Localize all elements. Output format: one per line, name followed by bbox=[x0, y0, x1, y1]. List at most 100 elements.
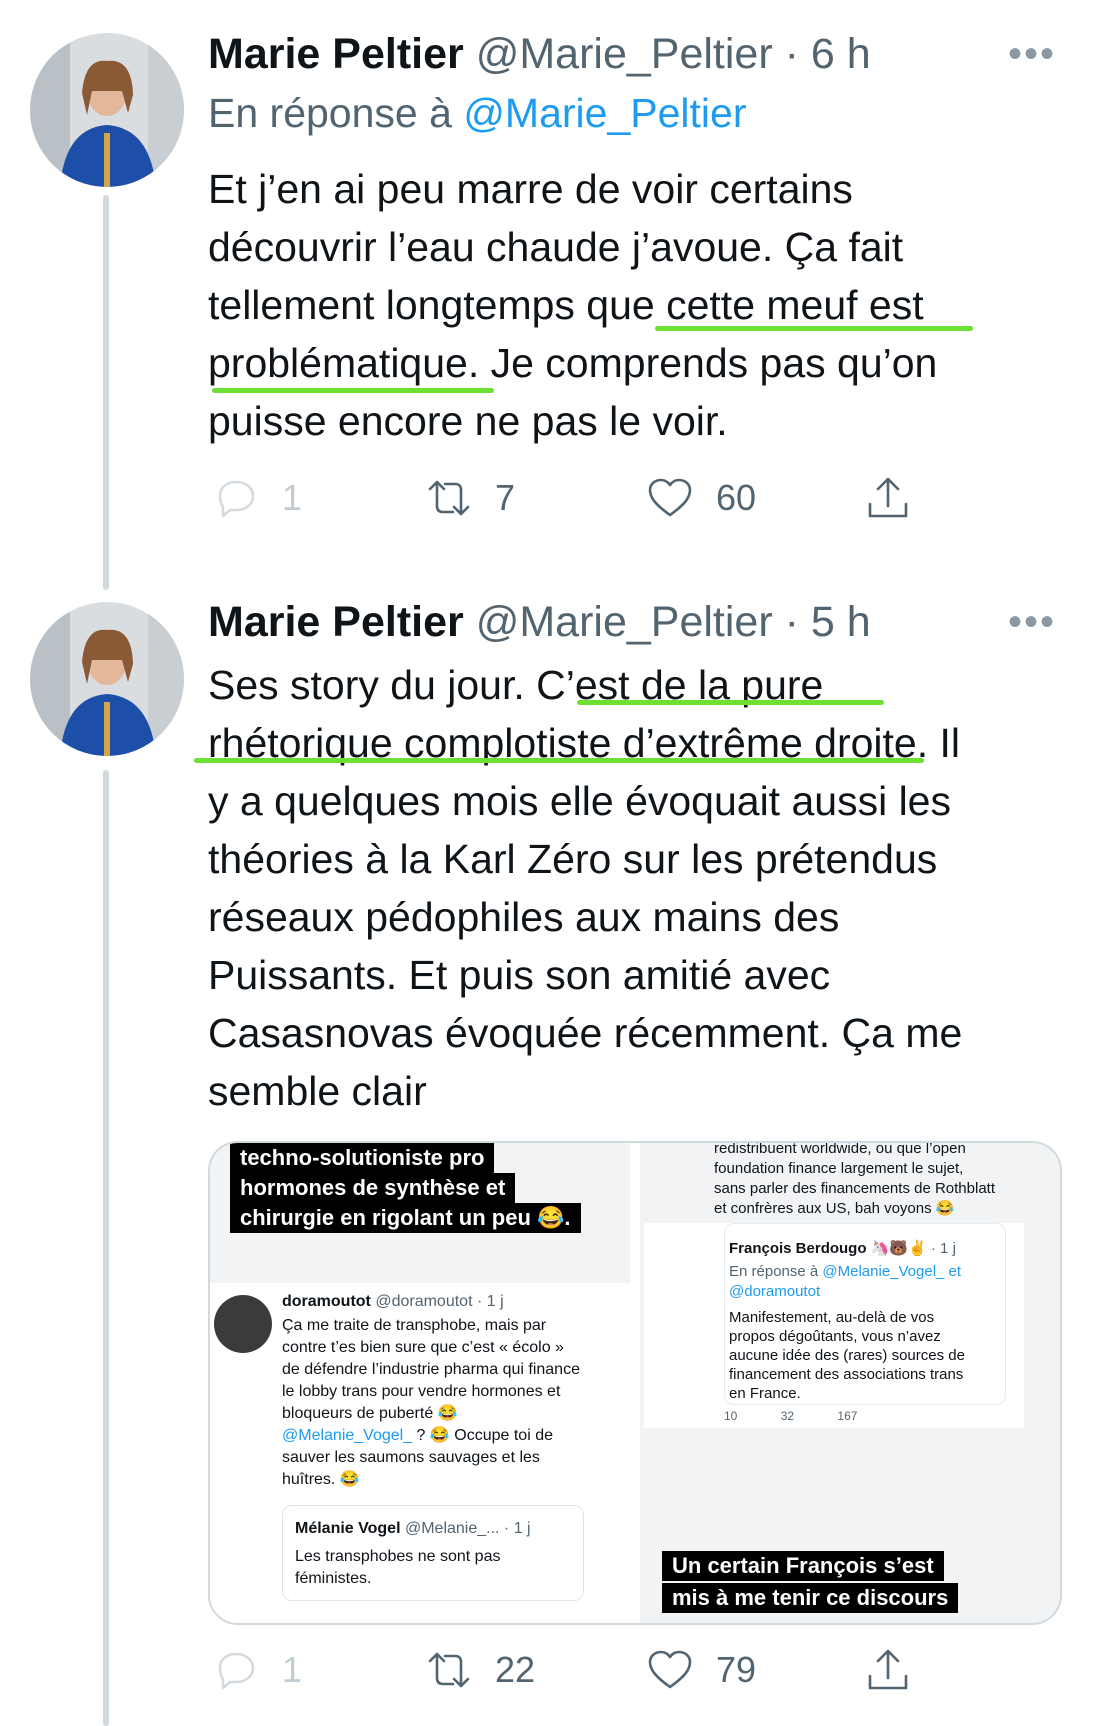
thread-line bbox=[103, 195, 109, 590]
reply-mention-link[interactable]: @Marie_Peltier bbox=[463, 90, 746, 136]
retweet-icon bbox=[428, 1652, 470, 1688]
text-line: sans parler des financements de Rothblat… bbox=[714, 1180, 995, 1197]
story-caption: techno-solutioniste pro bbox=[230, 1143, 495, 1173]
text-line: Ça me traite de transphobe, mais par bbox=[282, 1317, 547, 1334]
text-line: bloqueurs de puberté 😂 bbox=[282, 1405, 458, 1422]
reply-prefix: En réponse à bbox=[729, 1263, 819, 1280]
reply-mentions: @doramoutot bbox=[729, 1283, 821, 1300]
embedded-name: doramoutot bbox=[282, 1293, 371, 1310]
embedded-reply-context: En réponse à @Melanie_Vogel_ et @doramou… bbox=[729, 1262, 961, 1302]
highlight-underline bbox=[577, 700, 884, 705]
timestamp[interactable]: · 6 h bbox=[785, 30, 871, 78]
text-line: redistribuent worldwide, ou que l’open bbox=[714, 1141, 966, 1157]
share-button[interactable] bbox=[864, 1646, 912, 1694]
embedded-actions: 10 32 167 bbox=[724, 1409, 857, 1423]
reply-icon bbox=[218, 480, 255, 518]
reply-mentions: @Melanie_Vogel_ et bbox=[822, 1263, 962, 1280]
embedded-tweet-inner: François Berdougo 🦄🐻✌ · 1 j En réponse à… bbox=[724, 1223, 1006, 1405]
retweet-count: 32 bbox=[780, 1409, 795, 1423]
text-fragment: ? 😂 Occupe toi de bbox=[412, 1427, 553, 1444]
like-count: 167 bbox=[837, 1409, 858, 1423]
embedded-tweet: François Berdougo 🦄🐻✌ · 1 j En réponse à… bbox=[644, 1223, 1024, 1428]
reply-button[interactable]: 1 bbox=[212, 1646, 302, 1694]
author-name[interactable]: Marie Peltier bbox=[208, 598, 464, 646]
text-line: foundation finance largement le sujet, bbox=[714, 1160, 964, 1177]
story-caption: chirurgie en rigolant un peu 😂. bbox=[230, 1203, 581, 1233]
embedded-mention: @Melanie_Vogel_ bbox=[282, 1427, 413, 1444]
text-line: sauver les saumons sauvages et les bbox=[282, 1449, 540, 1466]
thread-line bbox=[103, 770, 109, 1726]
author-line: Marie Peltier @Marie_Peltier · 5 h bbox=[208, 598, 871, 647]
text-line: Manifestement, au-delà de vos bbox=[729, 1309, 935, 1326]
reply-icon bbox=[218, 1652, 255, 1690]
author-name[interactable]: Marie Peltier bbox=[208, 30, 464, 78]
avatar bbox=[214, 1295, 272, 1353]
share-button[interactable] bbox=[864, 474, 912, 522]
highlight-underline bbox=[194, 758, 924, 763]
reply-button[interactable]: 1 bbox=[212, 474, 302, 522]
embedded-text: Manifestement, au-delà de vos propos dég… bbox=[729, 1308, 965, 1403]
text-line: aucune idée des (rares) sources de bbox=[729, 1347, 965, 1364]
story-caption: hormones de synthèse et bbox=[230, 1173, 516, 1203]
text-line: et confrères aux US, bah voyons 😂 bbox=[714, 1200, 955, 1217]
text-line: financement des associations trans bbox=[729, 1366, 964, 1383]
avatar[interactable] bbox=[30, 602, 184, 756]
embedded-name: François Berdougo 🦄🐻✌ bbox=[729, 1240, 927, 1257]
reply-prefix: En réponse à bbox=[208, 90, 452, 136]
embedded-time: · 1 j bbox=[930, 1240, 956, 1257]
quoted-name: Mélanie Vogel bbox=[295, 1520, 401, 1537]
reply-context: En réponse à @Marie_Peltier bbox=[208, 90, 746, 137]
quoted-tweet: Mélanie Vogel @Melanie_... · 1 j Les tra… bbox=[282, 1505, 584, 1601]
reply-count: 1 bbox=[282, 1649, 303, 1690]
share-icon bbox=[868, 1649, 908, 1690]
author-line: Marie Peltier @Marie_Peltier · 6 h bbox=[208, 30, 871, 79]
share-icon bbox=[868, 477, 908, 518]
embedded-tweet: doramoutot @doramoutot · 1 j Ça me trait… bbox=[210, 1283, 630, 1623]
text-line: de défendre l’industrie pharma qui finan… bbox=[282, 1361, 580, 1378]
retweet-count: 22 bbox=[495, 1649, 536, 1690]
embedded-handle: @doramoutot · 1 j bbox=[375, 1293, 504, 1310]
story-caption: mis à me tenir ce discours bbox=[662, 1583, 959, 1613]
embedded-author: François Berdougo 🦄🐻✌ · 1 j bbox=[729, 1238, 956, 1260]
tweet-text: Ses story du jour. C’est de la pure rhét… bbox=[208, 662, 963, 1114]
text-line: @Melanie_Vogel_ ? 😂 Occupe toi de bbox=[282, 1425, 580, 1447]
text-line: féministes. bbox=[295, 1570, 372, 1587]
quoted-author: Mélanie Vogel @Melanie_... · 1 j bbox=[295, 1518, 531, 1540]
more-options-icon[interactable]: ••• bbox=[1008, 32, 1056, 77]
reply-count: 10 bbox=[724, 1409, 738, 1423]
retweet-button[interactable]: 22 bbox=[425, 1646, 535, 1694]
tweet-media-image[interactable]: techno-solutioniste pro hormones de synt… bbox=[208, 1141, 1062, 1625]
text-line: Les transphobes ne sont pas bbox=[295, 1548, 501, 1565]
story-caption: Un certain François s’est bbox=[662, 1551, 944, 1581]
embedded-author: doramoutot @doramoutot · 1 j bbox=[282, 1291, 504, 1313]
text-line: en France. bbox=[729, 1385, 801, 1402]
like-button[interactable]: 79 bbox=[646, 1646, 756, 1694]
like-count: 79 bbox=[716, 1649, 757, 1690]
story-screenshot-left: techno-solutioniste pro hormones de synt… bbox=[210, 1143, 630, 1623]
timestamp[interactable]: · 5 h bbox=[785, 598, 871, 646]
text-line: contre t’es bien sure que c’est « écolo … bbox=[282, 1339, 564, 1356]
heart-icon bbox=[648, 478, 692, 517]
quoted-handle: @Melanie_... · 1 j bbox=[404, 1520, 531, 1537]
text-line: huîtres. 😂 bbox=[282, 1471, 360, 1488]
text-line: propos dégoûtants, vous n’avez bbox=[729, 1328, 941, 1345]
reply-count: 1 bbox=[282, 477, 303, 518]
tweet-text: Et j’en ai peu marre de voir certains dé… bbox=[208, 166, 938, 444]
author-handle[interactable]: @Marie_Peltier bbox=[476, 598, 773, 646]
quoted-text: Les transphobes ne sont pas féministes. bbox=[295, 1546, 500, 1590]
text-line: le lobby trans pour vendre hormones et bbox=[282, 1383, 561, 1400]
like-count: 60 bbox=[716, 477, 757, 518]
retweet-icon bbox=[428, 480, 470, 516]
retweet-button[interactable]: 7 bbox=[425, 474, 515, 522]
avatar[interactable] bbox=[30, 33, 184, 187]
story-text: redistribuent worldwide, ou que l’open f… bbox=[714, 1141, 995, 1219]
embedded-text: Ça me traite de transphobe, mais par con… bbox=[282, 1315, 580, 1491]
like-button[interactable]: 60 bbox=[646, 474, 756, 522]
story-screenshot-right: redistribuent worldwide, ou que l’open f… bbox=[640, 1143, 1060, 1623]
retweet-count: 7 bbox=[495, 477, 516, 518]
highlight-underline bbox=[655, 326, 973, 331]
highlight-underline bbox=[212, 388, 494, 393]
author-handle[interactable]: @Marie_Peltier bbox=[476, 30, 773, 78]
more-options-icon[interactable]: ••• bbox=[1008, 600, 1056, 645]
heart-icon bbox=[648, 1650, 692, 1689]
